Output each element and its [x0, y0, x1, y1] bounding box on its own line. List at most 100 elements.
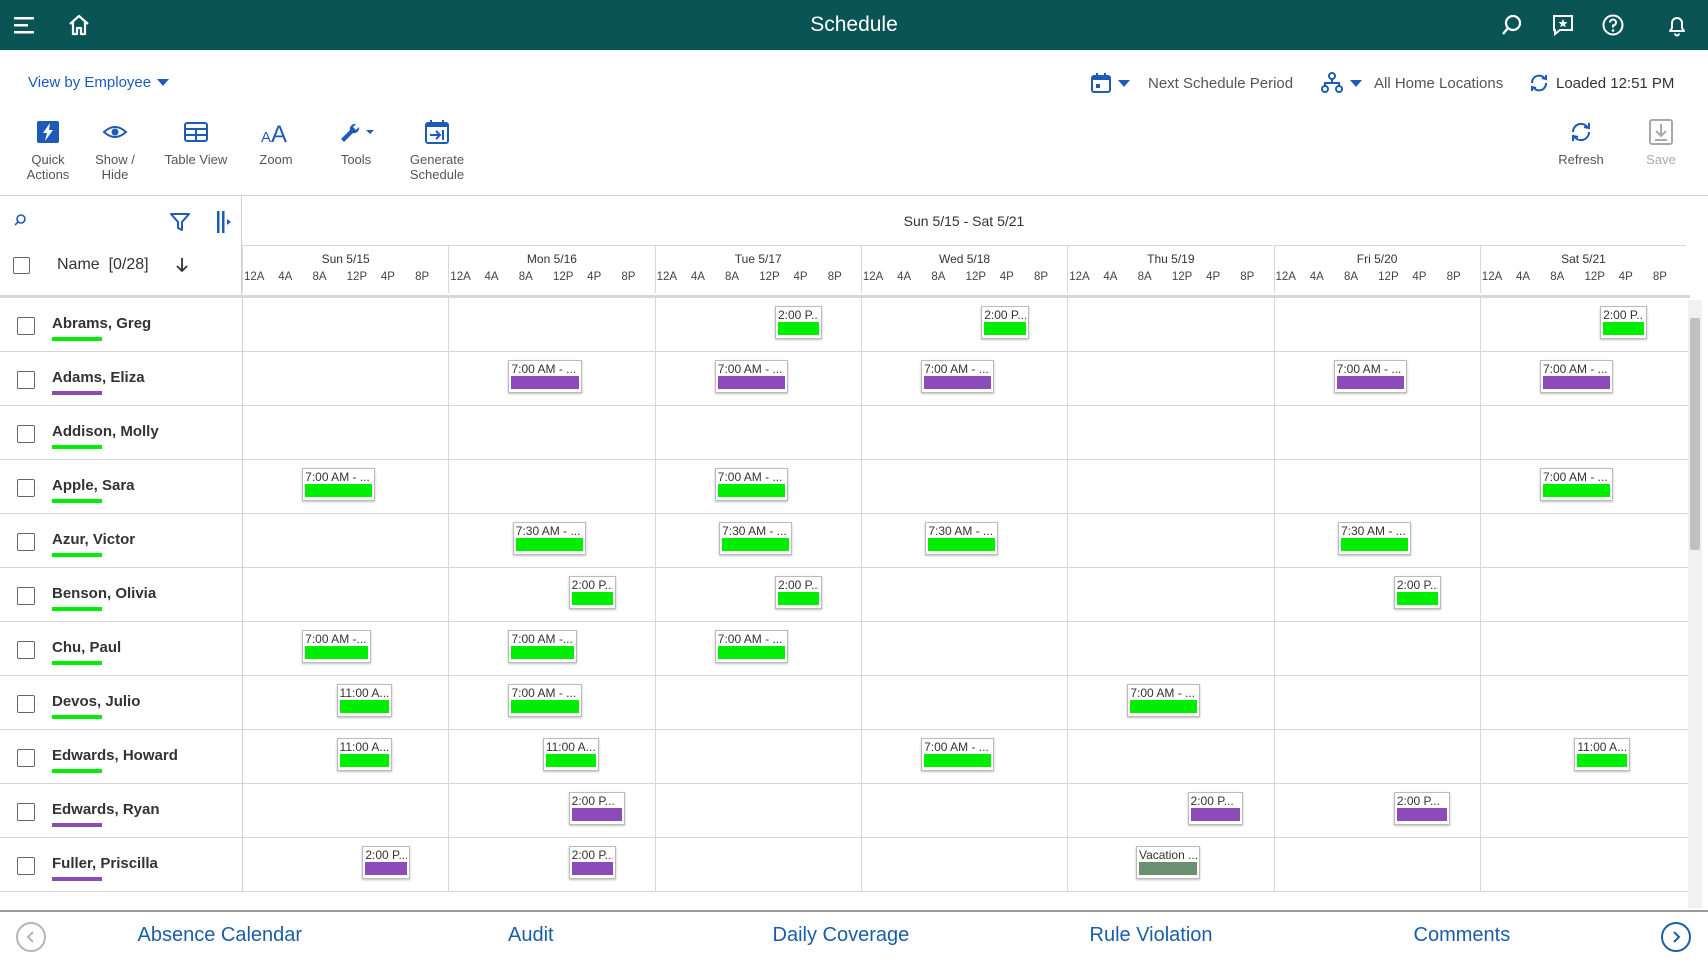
locations-selector[interactable]: All Home Locations	[1320, 68, 1503, 98]
row-checkbox[interactable]	[17, 857, 35, 875]
employee-name[interactable]: Apple, Sara	[52, 477, 135, 494]
home-icon[interactable]	[64, 10, 94, 40]
employee-row[interactable]: Abrams, Greg 2:00 P... 2:00 P... 2:00 P...	[0, 298, 1690, 352]
shift-block[interactable]: Vacation ...	[1135, 846, 1201, 879]
row-checkbox[interactable]	[17, 803, 35, 821]
shift-block[interactable]: 7:00 AM - ...	[508, 684, 582, 717]
shift-block[interactable]: 7:00 AM -...	[302, 630, 371, 663]
scrollbar-thumb[interactable]	[1690, 318, 1700, 550]
vertical-scrollbar[interactable]	[1688, 300, 1702, 908]
notification-bell-icon[interactable]	[1662, 10, 1692, 40]
previous-tab-button[interactable]	[16, 922, 46, 952]
employee-row[interactable]: Edwards, Ryan 2:00 P... 2:00 P... 2:00 P...	[0, 784, 1690, 838]
shift-block[interactable]: 2:00 P...	[568, 846, 616, 879]
employee-name[interactable]: Edwards, Ryan	[52, 801, 160, 818]
shift-block[interactable]: 2:00 P...	[774, 576, 823, 609]
bottom-tab-absence-calendar[interactable]: Absence Calendar	[138, 924, 303, 947]
row-checkbox[interactable]	[17, 371, 35, 389]
employee-name[interactable]: Chu, Paul	[52, 639, 121, 656]
shift-block[interactable]: 2:00 P...	[981, 306, 1029, 339]
shift-block[interactable]: 7:00 AM - ...	[508, 360, 582, 393]
bottom-tab-rule-violation[interactable]: Rule Violation	[1090, 924, 1213, 947]
shift-block[interactable]: 7:00 AM -...	[508, 630, 578, 663]
shift-block[interactable]: 2:00 P...	[1393, 576, 1442, 609]
shift-block[interactable]: 7:30 AM - ...	[719, 522, 793, 555]
menu-icon[interactable]	[10, 10, 40, 40]
shift-block[interactable]: 2:00 P...	[1393, 792, 1450, 825]
employee-name[interactable]: Abrams, Greg	[52, 315, 151, 332]
shift-block[interactable]: 11:00 A...	[542, 738, 599, 771]
shift-block[interactable]: 2:00 P...	[568, 792, 625, 825]
employee-name[interactable]: Devos, Julio	[52, 693, 140, 710]
bottom-tab-comments[interactable]: Comments	[1414, 924, 1511, 947]
shift-block[interactable]: 7:00 AM - ...	[921, 738, 995, 771]
employee-name[interactable]: Benson, Olivia	[52, 585, 156, 602]
employee-name[interactable]: Azur, Victor	[52, 531, 135, 548]
refresh-button[interactable]: Refresh	[1541, 116, 1621, 167]
row-checkbox[interactable]	[17, 587, 35, 605]
shift-block[interactable]: 7:00 AM - ...	[714, 468, 788, 501]
schedule-period-selector[interactable]: Next Schedule Period	[1090, 68, 1293, 98]
shift-block[interactable]: 2:00 P...	[774, 306, 823, 339]
row-checkbox[interactable]	[17, 533, 35, 551]
employee-row[interactable]: Apple, Sara 7:00 AM - ... 7:00 AM - ... 7:0…	[0, 460, 1690, 514]
search-icon[interactable]	[13, 213, 27, 227]
generate-schedule-button[interactable]: Generate Schedule	[397, 116, 477, 182]
help-icon[interactable]	[1598, 10, 1628, 40]
shift-block[interactable]: 7:00 AM - ...	[1539, 360, 1614, 393]
loaded-status[interactable]: Loaded 12:51 PM	[1528, 68, 1674, 98]
employee-row[interactable]: Adams, Eliza 7:00 AM - ... 7:00 AM - ... 7:…	[0, 352, 1690, 406]
shift-block[interactable]: 7:00 AM - ...	[302, 468, 376, 501]
row-checkbox[interactable]	[17, 695, 35, 713]
next-tab-button[interactable]	[1661, 922, 1691, 952]
shift-block[interactable]: 11:00 A...	[336, 738, 393, 771]
employee-name[interactable]: Addison, Molly	[52, 423, 159, 440]
employee-row[interactable]: Fuller, Priscilla 2:00 P... 2:00 P... Vacat…	[0, 838, 1690, 892]
shift-block[interactable]: 7:30 AM - ...	[512, 522, 586, 555]
row-checkbox[interactable]	[17, 749, 35, 767]
row-checkbox[interactable]	[17, 641, 35, 659]
employee-row[interactable]: Devos, Julio 11:00 A... 7:00 AM - ... 7:00 …	[0, 676, 1690, 730]
row-checkbox[interactable]	[17, 317, 35, 335]
show-hide-button[interactable]: Show / Hide	[75, 116, 155, 182]
tools-button[interactable]: Tools	[316, 116, 396, 167]
row-checkbox[interactable]	[17, 479, 35, 497]
employee-row[interactable]: Addison, Molly	[0, 406, 1690, 460]
refresh-icon	[1541, 116, 1621, 148]
shift-block[interactable]: 7:30 AM - ...	[925, 522, 999, 555]
shift-block[interactable]: 7:00 AM - ...	[921, 360, 995, 393]
select-all-checkbox[interactable]	[13, 257, 30, 274]
filter-icon[interactable]	[169, 211, 191, 233]
bottom-tab-audit[interactable]: Audit	[508, 924, 554, 947]
employee-name[interactable]: Fuller, Priscilla	[52, 855, 158, 872]
employee-name[interactable]: Adams, Eliza	[52, 369, 145, 386]
collapse-column-icon[interactable]	[215, 209, 233, 235]
shift-block[interactable]: 2:00 P...	[362, 846, 410, 879]
employee-row[interactable]: Benson, Olivia 2:00 P... 2:00 P... 2:00 P..…	[0, 568, 1690, 622]
shift-block[interactable]: 7:30 AM - ...	[1337, 522, 1412, 555]
bottom-tab-daily-coverage[interactable]: Daily Coverage	[773, 924, 910, 947]
shift-block[interactable]: 2:00 P...	[1600, 306, 1648, 339]
name-sort-header[interactable]: Name [0/28]	[57, 256, 149, 274]
shift-block[interactable]: 2:00 P...	[568, 576, 616, 609]
view-by-dropdown[interactable]: View by Employee	[28, 74, 170, 91]
save-button[interactable]: Save	[1621, 116, 1701, 167]
arrow-down-icon[interactable]	[174, 255, 190, 275]
zoom-button[interactable]: AA Zoom	[236, 116, 316, 167]
shift-block[interactable]: 11:00 A...	[1574, 738, 1631, 771]
shift-block[interactable]: 2:00 P...	[1187, 792, 1244, 825]
search-icon[interactable]	[1497, 10, 1527, 40]
message-star-icon[interactable]	[1548, 10, 1578, 40]
shift-block[interactable]: 11:00 A...	[336, 684, 393, 717]
table-view-button[interactable]: Table View	[156, 116, 236, 167]
shift-block[interactable]: 7:00 AM - ...	[1127, 684, 1201, 717]
row-checkbox[interactable]	[17, 425, 35, 443]
shift-block[interactable]: 7:00 AM - ...	[1333, 360, 1407, 393]
employee-row[interactable]: Edwards, Howard 11:00 A... 11:00 A... 7:00 …	[0, 730, 1690, 784]
shift-block[interactable]: 7:00 AM - ...	[1539, 468, 1614, 501]
employee-name[interactable]: Edwards, Howard	[52, 747, 178, 764]
employee-row[interactable]: Azur, Victor 7:30 AM - ... 7:30 AM - ... 7:…	[0, 514, 1690, 568]
employee-row[interactable]: Chu, Paul 7:00 AM -... 7:00 AM -... 7:00 AM…	[0, 622, 1690, 676]
shift-block[interactable]: 7:00 AM - ...	[714, 360, 788, 393]
shift-block[interactable]: 7:00 AM - ...	[714, 630, 788, 663]
